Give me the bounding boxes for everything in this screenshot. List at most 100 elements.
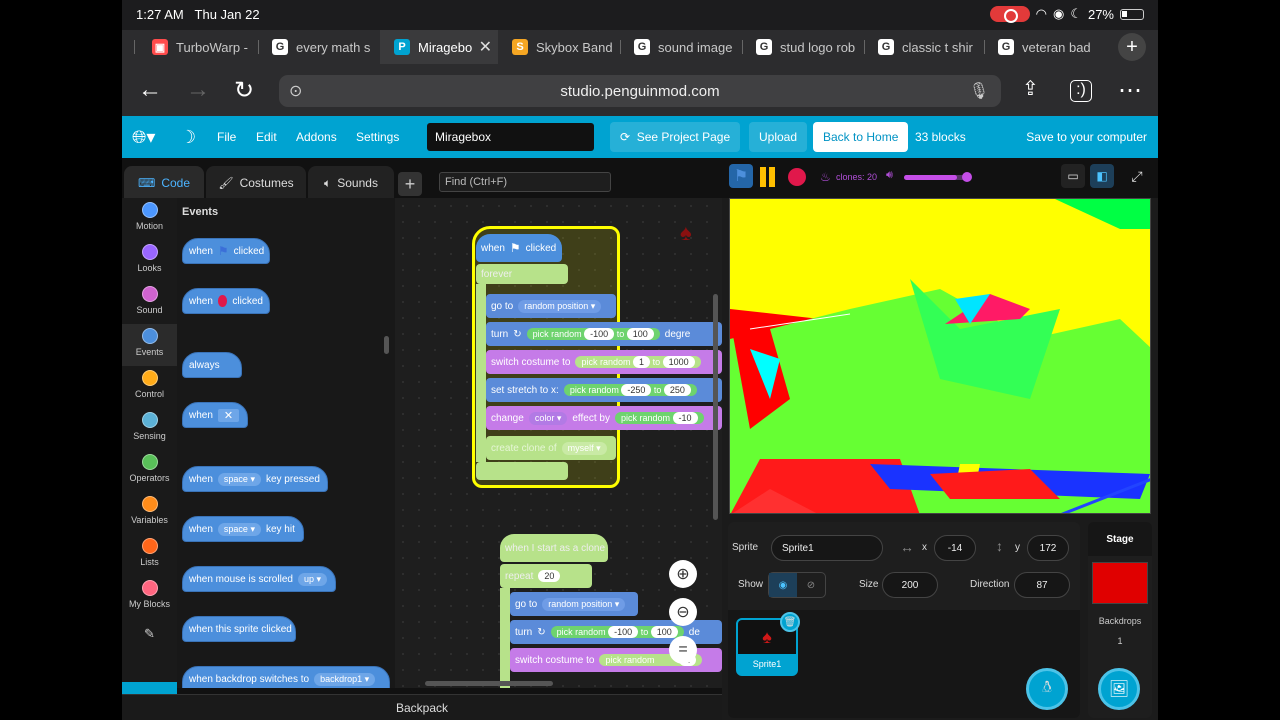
category-operators[interactable]: Operators — [122, 450, 177, 492]
block-when-key-hit[interactable]: when space ▾ key hit — [182, 516, 304, 542]
script-turn[interactable]: turn ↻ pick random -100 to 100 degre — [486, 322, 722, 346]
large-stage-button[interactable]: ◧ — [1090, 164, 1114, 188]
x-input[interactable]: -14 — [934, 535, 976, 561]
category-motion[interactable]: Motion — [122, 198, 177, 240]
category-control[interactable]: Control — [122, 366, 177, 408]
microphone-icon[interactable]: 🎙 — [969, 81, 989, 101]
zoom-out-button[interactable]: ⊖ — [669, 598, 697, 626]
stop-button[interactable] — [788, 168, 806, 186]
recording-indicator-icon — [989, 6, 1030, 23]
script-create-clone[interactable]: create clone of myself ▾ — [486, 436, 616, 460]
tab-classic-tshirt[interactable]: Gclassic t shir — [864, 30, 984, 64]
find-input[interactable]: Find (Ctrl+F) — [439, 172, 611, 192]
tab-skybox[interactable]: S Skybox Band — [498, 30, 618, 64]
menu-settings[interactable]: Settings — [356, 116, 399, 158]
add-sprite-button[interactable]: 🐧︎ — [1026, 668, 1068, 710]
back-to-home-button[interactable]: Back to Home — [813, 122, 909, 152]
backpack-bar[interactable]: Backpack — [122, 694, 722, 720]
script-area[interactable]: when ⚑ clicked forever go to random positio… — [395, 198, 722, 688]
tab-sound-image[interactable]: Gsound image — [620, 30, 740, 64]
tab-every-math[interactable]: Gevery math s — [258, 30, 378, 64]
tab-partial[interactable]: l — [122, 30, 128, 64]
category-looks[interactable]: Looks — [122, 240, 177, 282]
script-when-clone-starts[interactable]: when I start as a clone — [500, 534, 608, 562]
upload-button[interactable]: Upload — [749, 122, 808, 152]
category-sensing[interactable]: Sensing — [122, 408, 177, 450]
project-title-input[interactable]: Miragebox — [427, 123, 594, 151]
size-label: Size — [859, 579, 879, 590]
category-events[interactable]: Events — [122, 324, 177, 366]
tab-stud-logo[interactable]: Gstud logo rob — [742, 30, 862, 64]
script-change-effect[interactable]: change color ▾ effect by pick random -10 — [486, 406, 722, 430]
add-tab-button[interactable]: + — [398, 172, 422, 196]
tab-code[interactable]: ⌨ Code — [124, 166, 204, 200]
language-globe-icon[interactable]: 🌐︎▾ — [132, 116, 155, 158]
events-icon — [141, 328, 158, 344]
block-when-mouse-scrolled[interactable]: when mouse is scrolled up ▾ — [182, 566, 336, 592]
see-project-page-button[interactable]: ⟳ See Project Page — [610, 122, 741, 152]
green-flag-button[interactable]: ⚑ — [729, 164, 753, 188]
add-backdrop-button[interactable]: 🖼︎ — [1098, 668, 1140, 710]
script-repeat[interactable]: repeat 20 — [500, 564, 592, 588]
tab-costumes[interactable]: 🖌︎ Costumes — [206, 166, 306, 200]
zoom-in-button[interactable]: ⊕ — [669, 560, 697, 588]
fullscreen-button[interactable]: ⤢ — [1125, 164, 1149, 188]
script-set-stretch[interactable]: set stretch to x: pick random -250 to 250 — [486, 378, 722, 402]
palette-scrollbar[interactable] — [384, 336, 389, 354]
volume-knob[interactable] — [962, 172, 972, 182]
close-tab-icon[interactable]: ✕ — [479, 37, 492, 57]
show-eye-button[interactable]: ◉ — [769, 573, 797, 597]
script-forever[interactable]: forever — [476, 264, 568, 284]
new-tab-button[interactable]: + — [1118, 33, 1146, 61]
menu-file[interactable]: File — [217, 116, 236, 158]
stage-canvas[interactable] — [729, 198, 1151, 514]
hide-eye-button[interactable]: ⊘ — [797, 573, 825, 597]
script-switch-costume[interactable]: switch costume to pick random 1 to 1000 — [486, 350, 722, 374]
script-go-to[interactable]: go to random position ▾ — [486, 294, 616, 318]
theme-moon-icon[interactable]: ☽ — [180, 116, 196, 158]
y-input[interactable]: 172 — [1027, 535, 1069, 561]
visibility-toggle: ◉ ⊘ — [768, 572, 826, 598]
direction-input[interactable]: 87 — [1014, 572, 1070, 598]
pause-button[interactable] — [760, 167, 776, 187]
more-options-icon[interactable]: ⋯ — [1118, 76, 1142, 105]
tab-miragebox[interactable]: P Miragebo ✕ — [380, 30, 498, 64]
category-sound[interactable]: Sound — [122, 282, 177, 324]
block-when-boolean[interactable]: when ✕ — [182, 402, 248, 428]
script2-go-to[interactable]: go to random position ▾ — [510, 592, 638, 616]
block-always[interactable]: always — [182, 352, 242, 378]
share-icon[interactable]: ⇪ — [1022, 76, 1039, 101]
zoom-reset-button[interactable]: = — [669, 636, 697, 664]
small-stage-button[interactable]: ▭ — [1061, 164, 1085, 188]
script-horizontal-scrollbar[interactable] — [425, 681, 553, 686]
menu-addons[interactable]: Addons — [296, 116, 337, 158]
reload-icon[interactable]: ↻ — [234, 76, 254, 105]
category-my-blocks[interactable]: My Blocks — [122, 576, 177, 618]
site-settings-icon[interactable]: ⊙ — [289, 81, 302, 101]
extension-icon[interactable]: :) — [1070, 80, 1092, 102]
tab-turbowarp[interactable]: ▣ TurboWarp - — [138, 30, 258, 64]
tab-sounds[interactable]: 🔈︎ Sounds — [308, 166, 394, 200]
battery-icon — [1120, 8, 1144, 20]
category-pen[interactable]: ✎ — [122, 622, 177, 648]
block-when-backdrop-switches[interactable]: when backdrop switches to backdrop1 ▾ — [182, 666, 390, 688]
back-arrow-icon[interactable]: ← — [138, 76, 162, 104]
block-when-sprite-clicked[interactable]: when this sprite clicked — [182, 616, 296, 642]
forward-arrow-icon[interactable]: → — [186, 76, 210, 104]
script-when-flag-clicked[interactable]: when ⚑ clicked — [476, 234, 562, 262]
menu-edit[interactable]: Edit — [256, 116, 277, 158]
script-vertical-scrollbar[interactable] — [713, 294, 718, 520]
stage-backdrop-thumbnail[interactable] — [1092, 562, 1148, 604]
delete-sprite-button[interactable]: 🗑︎ — [780, 612, 800, 632]
volume-slider[interactable] — [904, 172, 972, 182]
block-when-flag-clicked[interactable]: when ⚑ clicked — [182, 238, 270, 264]
size-input[interactable]: 200 — [882, 572, 938, 598]
address-bar[interactable]: ⊙ studio.penguinmod.com 🎙 — [279, 75, 1001, 107]
sprite-name-input[interactable]: Sprite1 — [771, 535, 883, 561]
category-lists[interactable]: Lists — [122, 534, 177, 576]
category-variables[interactable]: Variables — [122, 492, 177, 534]
save-to-computer-button[interactable]: Save to your computer — [1026, 116, 1147, 158]
block-when-key-pressed[interactable]: when space ▾ key pressed — [182, 466, 328, 492]
tab-veteran-badge[interactable]: Gveteran bad — [984, 30, 1102, 64]
block-when-stop-clicked[interactable]: when clicked — [182, 288, 270, 314]
